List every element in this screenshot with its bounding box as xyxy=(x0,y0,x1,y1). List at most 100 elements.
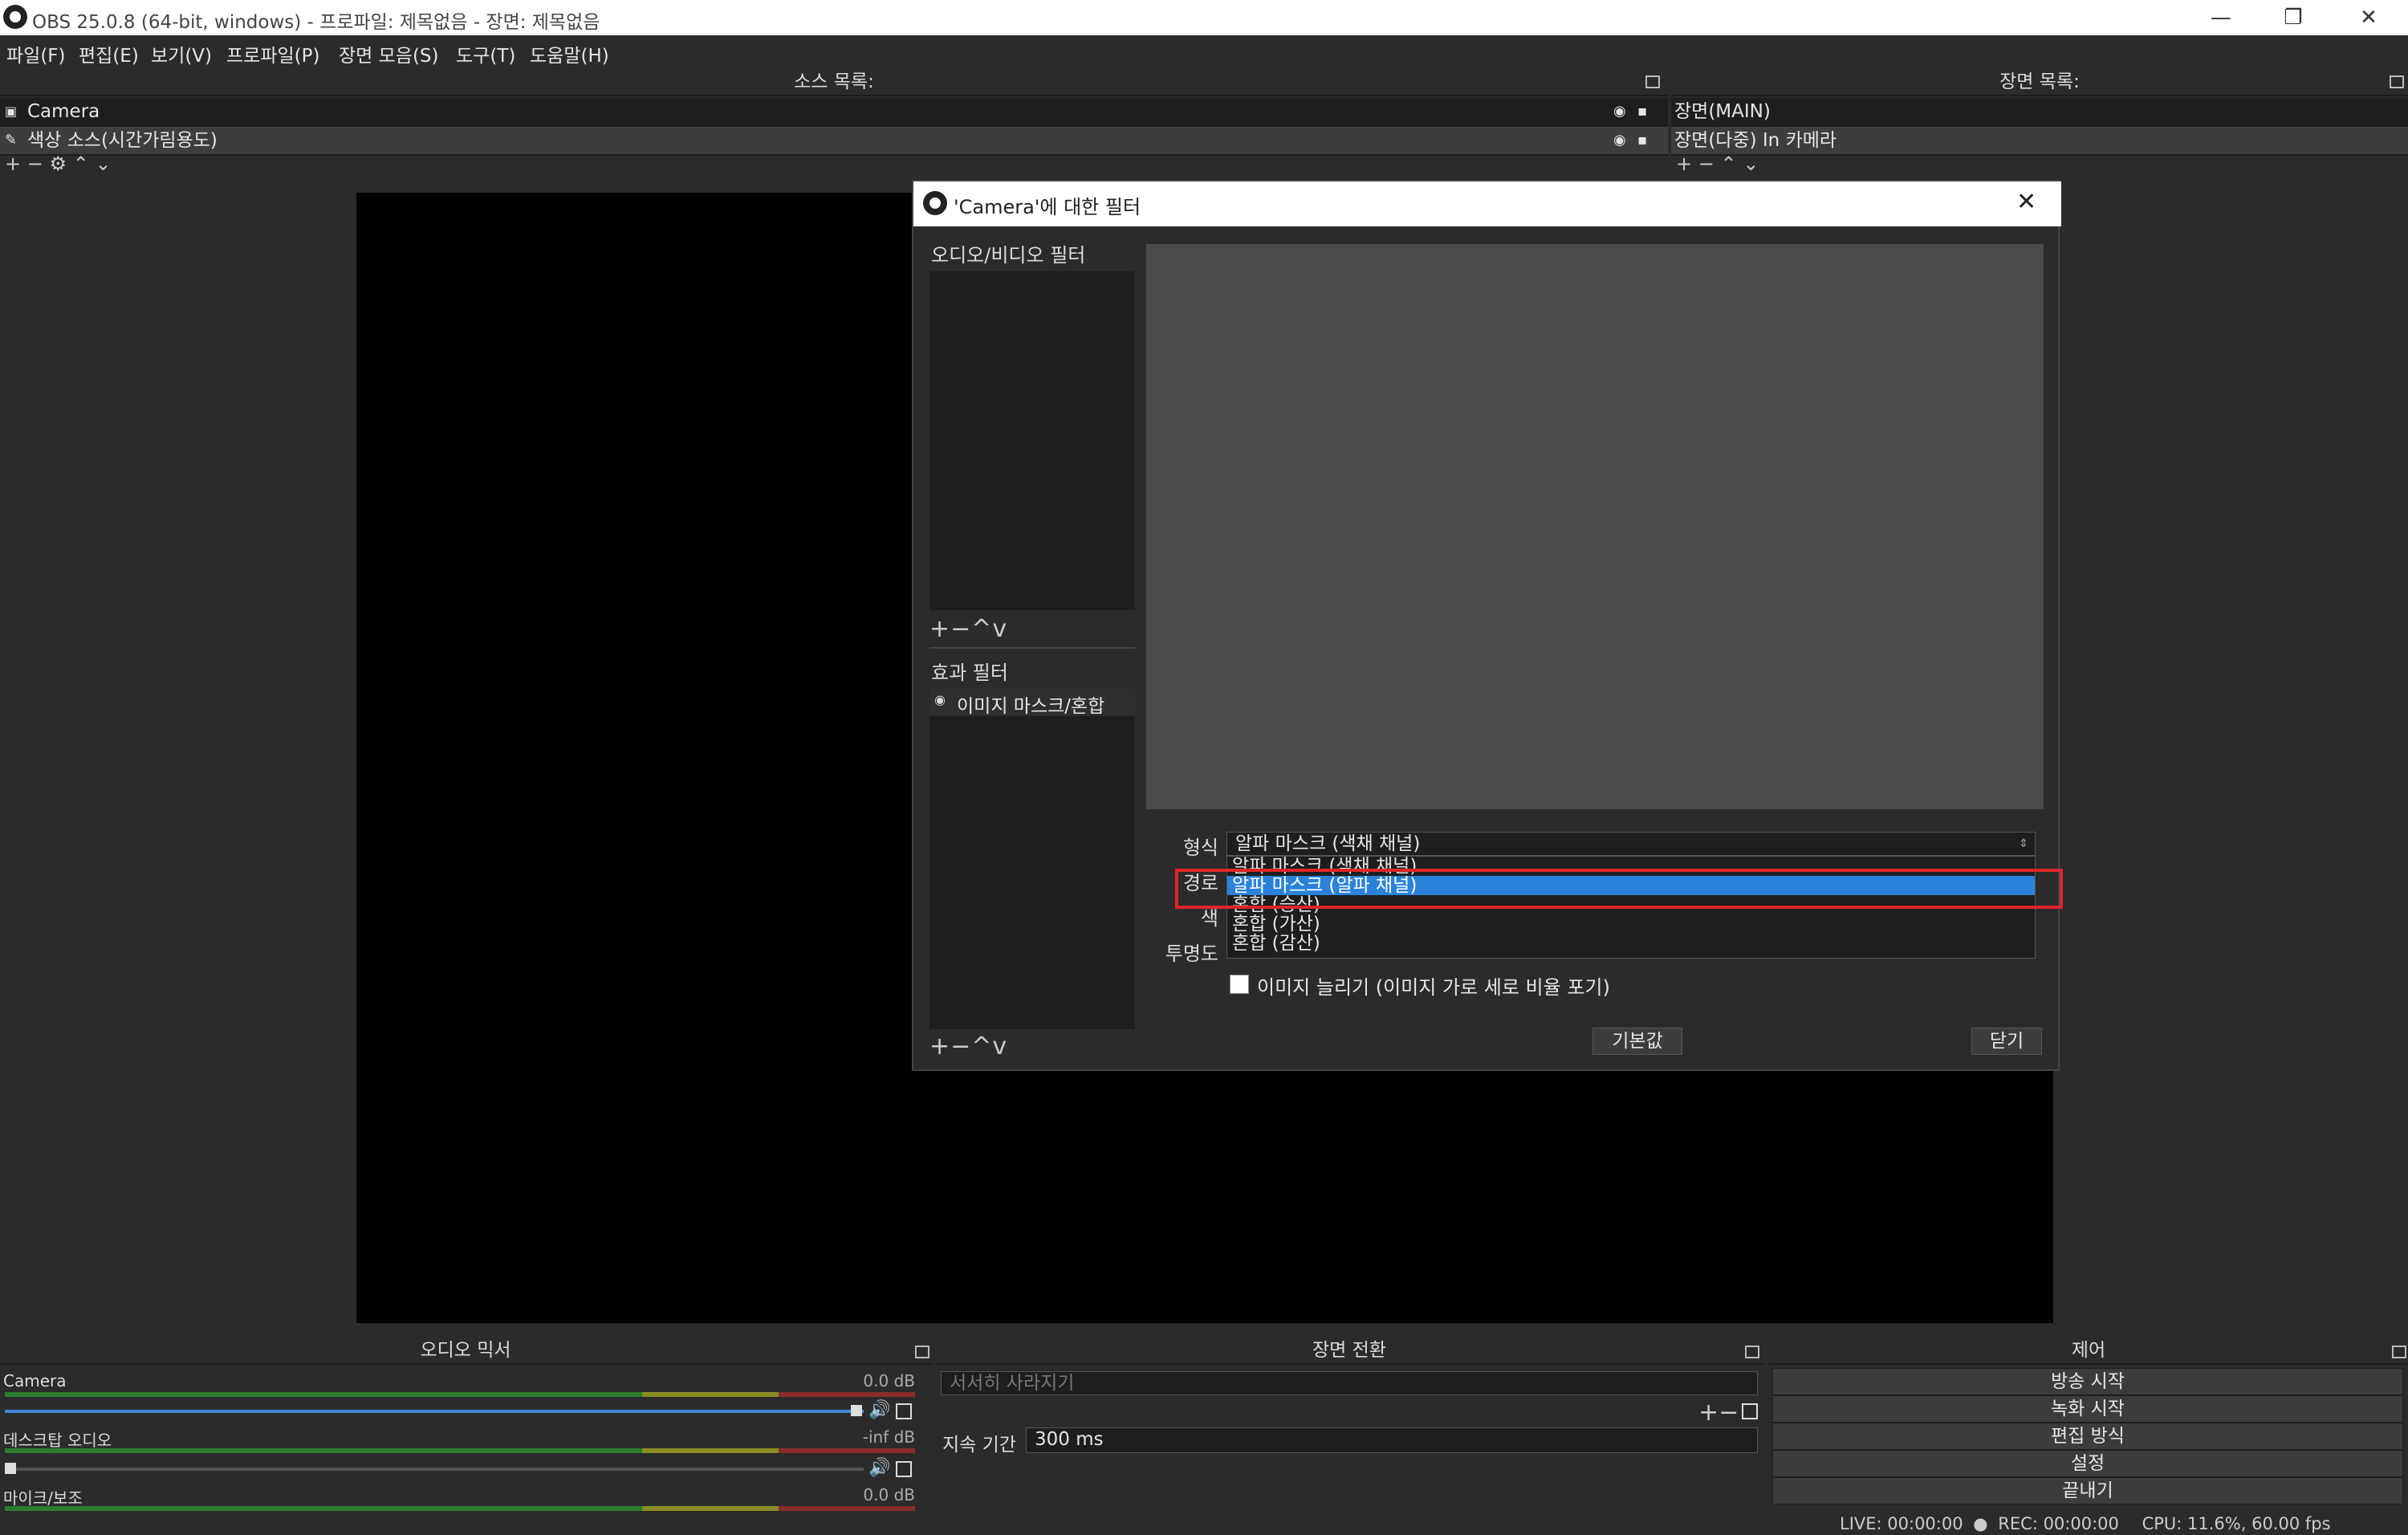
lock-icon[interactable]: ▪ xyxy=(1637,127,1647,154)
window-title: OBS 25.0.8 (64-bit, windows) - 프로파일: 제목없… xyxy=(32,12,600,33)
start-streaming-button[interactable]: 방송 시작 xyxy=(1772,1368,2403,1395)
visibility-eye-icon[interactable]: ◉ xyxy=(1613,98,1626,125)
settings-button[interactable]: 설정 xyxy=(1772,1450,2403,1477)
menu-tools[interactable]: 도구(T) xyxy=(456,40,515,67)
add-scene-button[interactable]: + xyxy=(1676,153,1692,175)
defaults-button[interactable]: 기본값 xyxy=(1592,1028,1682,1055)
effect-filter-label: 이미지 마스크/혼합 xyxy=(957,696,1105,717)
camera-icon: ▣ xyxy=(5,104,18,119)
lock-icon[interactable]: ▪ xyxy=(1637,98,1647,125)
rec-status: REC: 00:00:00 xyxy=(1998,1514,2119,1533)
restore-button[interactable]: ❐ xyxy=(2257,0,2329,35)
scene-item-main[interactable]: 장면(MAIN) xyxy=(1674,98,1771,125)
audio-mixer-header: 오디오 믹서 xyxy=(0,1336,931,1365)
dialog-close-button[interactable]: 닫기 xyxy=(1971,1028,2042,1055)
stretch-label: 이미지 늘리기 (이미지 가로 세로 비율 포기) xyxy=(1257,976,1610,999)
channel-settings-gear-icon[interactable] xyxy=(896,1403,912,1419)
controls-header: 제어 xyxy=(1769,1336,2408,1365)
scenes-header: 장면 목록: xyxy=(1671,67,2408,96)
menu-bar: 파일(F) 편집(E) 보기(V) 프로파일(P) 장면 모음(S) 도구(T)… xyxy=(0,35,2408,67)
remove-scene-button[interactable]: − xyxy=(1698,153,1714,175)
sources-dock: 소스 목록: ▣ Camera ◉ ▪ ✎ 색상 소스(시간가림용도) ◉ ▪ … xyxy=(0,67,1668,177)
spinner-arrows-icon: ⇕ xyxy=(2019,837,2028,850)
filter-dialog: 'Camera'에 대한 필터 ✕ 오디오/비디오 필터 +−^v 효과 필터 … xyxy=(912,180,2063,1071)
sources-toolbar: + − ⚙ ⌃ ⌄ xyxy=(5,153,112,175)
volume-slider-handle[interactable] xyxy=(5,1463,16,1474)
effect-filters-list[interactable]: ◉ 이미지 마스크/혼합 xyxy=(929,689,1135,1029)
source-item-camera[interactable]: ▣ Camera ◉ ▪ xyxy=(0,98,1668,125)
menu-profile[interactable]: 프로파일(P) xyxy=(226,40,319,67)
effect-filters-toolbar[interactable]: +−^v xyxy=(929,1032,1007,1061)
effect-filter-item[interactable]: ◉ 이미지 마스크/혼합 xyxy=(929,689,1135,717)
audio-mixer-dock: 오디오 믹서 Camera 0.0 dB 🔊 데스크탑 오디오 -inf dB … xyxy=(0,1336,931,1535)
status-bar: LIVE: 00:00:00 ● REC: 00:00:00 CPU: 11.6… xyxy=(1840,1514,2331,1533)
scenes-toolbar: + − ⌃ ⌄ xyxy=(1676,153,1759,175)
source-label: Camera xyxy=(27,101,100,122)
visibility-eye-icon[interactable]: ◉ xyxy=(934,692,946,707)
undock-icon[interactable] xyxy=(2390,75,2404,88)
menu-help[interactable]: 도움말(H) xyxy=(530,40,609,67)
cpu-status: CPU: 11.6%, 60.00 fps xyxy=(2142,1514,2331,1533)
minimize-button[interactable]: — xyxy=(2185,0,2257,35)
divider xyxy=(929,647,1135,649)
av-filters-list[interactable] xyxy=(929,271,1135,610)
scene-item-multi[interactable]: 장면(다중) In 카메라 xyxy=(1671,127,2408,154)
dropdown-option[interactable]: 혼합 (가산) xyxy=(1227,914,2035,934)
transition-select[interactable]: 서서히 사라지기 xyxy=(941,1371,1758,1395)
undock-icon[interactable] xyxy=(915,1346,929,1358)
stretch-checkbox[interactable] xyxy=(1230,975,1249,994)
obs-logo-icon xyxy=(3,5,27,29)
source-label: 색상 소스(시간가림용도) xyxy=(27,130,218,151)
live-status: LIVE: 00:00:00 xyxy=(1840,1514,1963,1533)
volume-slider[interactable] xyxy=(5,1468,864,1471)
scenes-dock: 장면 목록: 장면(MAIN) 장면(다중) In 카메라 + − ⌃ ⌄ xyxy=(1671,67,2408,177)
dialog-close-icon[interactable]: ✕ xyxy=(2016,188,2036,216)
transitions-header: 장면 전환 xyxy=(936,1336,1763,1365)
channel-settings-gear-icon[interactable] xyxy=(896,1461,912,1477)
title-bar: OBS 25.0.8 (64-bit, windows) - 프로파일: 제목없… xyxy=(0,0,2408,35)
dropdown-option[interactable]: 혼합 (감산) xyxy=(1227,934,2035,953)
duration-spinbox[interactable]: 300 ms xyxy=(1026,1427,1758,1453)
undock-icon[interactable] xyxy=(2392,1346,2406,1358)
undock-icon[interactable] xyxy=(1645,75,1660,88)
source-item-color[interactable]: ✎ 색상 소스(시간가림용도) ◉ ▪ xyxy=(0,127,1668,154)
duration-label: 지속 기간 xyxy=(942,1435,1016,1456)
controls-dock: 제어 방송 시작 녹화 시작 편집 방식 설정 끝내기 xyxy=(1769,1336,2408,1535)
undock-icon[interactable] xyxy=(1745,1346,1759,1358)
studio-mode-button[interactable]: 편집 방식 xyxy=(1772,1423,2403,1450)
menu-file[interactable]: 파일(F) xyxy=(6,40,66,67)
brush-icon: ✎ xyxy=(5,132,18,149)
volume-slider-handle[interactable] xyxy=(851,1405,862,1416)
move-down-button[interactable]: ⌄ xyxy=(1743,153,1759,175)
av-filters-label: 오디오/비디오 필터 xyxy=(931,244,1086,267)
channel-db: -inf dB xyxy=(862,1427,915,1447)
av-filters-toolbar[interactable]: +−^v xyxy=(929,615,1007,643)
close-window-button[interactable]: ✕ xyxy=(2333,0,2405,35)
dialog-title: 'Camera'에 대한 필터 xyxy=(954,196,1141,218)
volume-meter xyxy=(5,1392,915,1397)
move-up-button[interactable]: ⌃ xyxy=(1721,153,1737,175)
move-up-button[interactable]: ⌃ xyxy=(73,153,89,175)
add-source-button[interactable]: + xyxy=(5,153,21,175)
menu-edit[interactable]: 편집(E) xyxy=(79,40,139,67)
menu-scene-collection[interactable]: 장면 모음(S) xyxy=(339,40,439,67)
volume-slider[interactable] xyxy=(5,1410,864,1413)
menu-view[interactable]: 보기(V) xyxy=(151,40,212,67)
speaker-icon[interactable]: 🔊 xyxy=(868,1458,890,1478)
transition-toolbar[interactable]: +− xyxy=(1698,1399,1739,1427)
remove-source-button[interactable]: − xyxy=(27,153,43,175)
transition-select-value: 서서히 사라지기 xyxy=(950,1373,1075,1394)
move-down-button[interactable]: ⌄ xyxy=(95,153,111,175)
exit-button[interactable]: 끝내기 xyxy=(1772,1477,2403,1504)
source-settings-gear-icon[interactable]: ⚙ xyxy=(50,153,67,175)
transition-settings-gear-icon[interactable] xyxy=(1742,1403,1758,1419)
type-select[interactable]: 알파 마스크 (색채 채널) ⇕ xyxy=(1226,832,2036,856)
visibility-eye-icon[interactable]: ◉ xyxy=(1613,127,1626,154)
sources-header: 소스 목록: xyxy=(0,67,1668,96)
start-recording-button[interactable]: 녹화 시작 xyxy=(1772,1395,2403,1423)
effect-filters-label: 효과 필터 xyxy=(931,662,1008,684)
volume-meter xyxy=(5,1506,915,1511)
speaker-icon[interactable]: 🔊 xyxy=(868,1400,890,1420)
volume-meter xyxy=(5,1448,915,1453)
scenes-list: 장면(MAIN) 장면(다중) In 카메라 xyxy=(1671,98,2408,156)
